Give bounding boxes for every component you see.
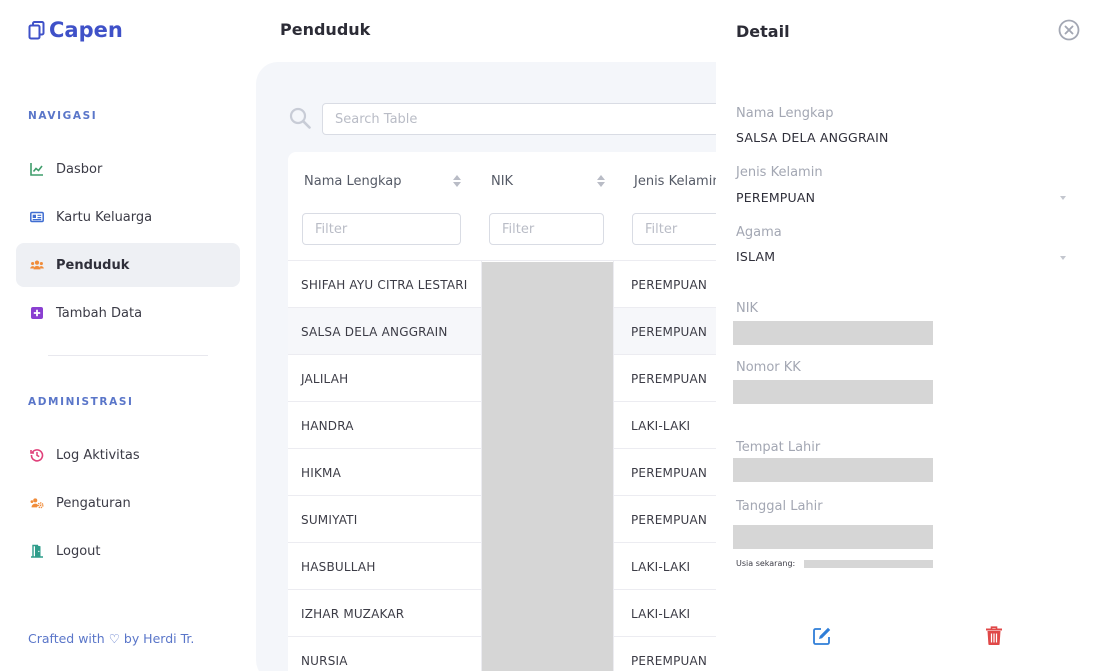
jenis-kelamin-select[interactable]: PEREMPUAN — [736, 190, 815, 205]
nik-label: NIK — [736, 301, 759, 316]
nama-lengkap-field[interactable]: SALSA DELA ANGGRAIN — [736, 130, 889, 145]
tanggal-lahir-field-redacted[interactable] — [733, 525, 933, 549]
column-header-nama[interactable]: Nama Lengkap — [288, 152, 482, 260]
nama-lengkap-label: Nama Lengkap — [736, 106, 834, 121]
nav-item-pengaturan[interactable]: Pengaturan — [16, 481, 240, 525]
filter-input-nama[interactable] — [302, 213, 461, 245]
sort-icon[interactable] — [596, 174, 606, 188]
nav-label: Kartu Keluarga — [56, 209, 153, 225]
nomor-kk-label: Nomor KK — [736, 360, 801, 375]
chevron-down-icon[interactable] — [1060, 256, 1066, 260]
tempat-lahir-field-redacted[interactable] — [733, 458, 933, 482]
nav-item-log-aktivitas[interactable]: Log Aktivitas — [16, 433, 240, 477]
door-open-icon — [30, 544, 44, 558]
cell-jenis-kelamin: PEREMPUAN — [631, 371, 708, 386]
cell-nama: NURSIA — [301, 653, 348, 668]
app-logo[interactable]: Capen — [28, 18, 123, 42]
detail-title: Detail — [736, 22, 790, 41]
nav-section-label: NAVIGASI — [28, 110, 98, 122]
usia-label: Usia sekarang: — [736, 559, 796, 568]
column-header-nik[interactable]: NIK — [475, 152, 613, 260]
filter-input-nik[interactable] — [489, 213, 604, 245]
agama-select[interactable]: ISLAM — [736, 249, 775, 264]
copy-logo-icon — [28, 20, 45, 39]
cell-jenis-kelamin: PEREMPUAN — [631, 324, 708, 339]
nav-label: Pengaturan — [56, 495, 131, 511]
cell-jenis-kelamin: LAKI-LAKI — [631, 606, 691, 621]
app-name: Capen — [49, 18, 123, 42]
cell-jenis-kelamin: PEREMPUAN — [631, 653, 708, 668]
nav-item-penduduk[interactable]: Penduduk — [16, 243, 240, 287]
column-label: Nama Lengkap — [304, 174, 402, 189]
nav-item-tambah-data[interactable]: Tambah Data — [16, 291, 240, 335]
history-icon — [30, 448, 44, 462]
cell-nama: HIKMA — [301, 465, 341, 480]
nav-label: Log Aktivitas — [56, 447, 140, 463]
close-icon[interactable] — [1058, 19, 1080, 41]
cell-jenis-kelamin: LAKI-LAKI — [631, 418, 691, 433]
trash-icon[interactable] — [985, 626, 1003, 646]
id-card-icon — [30, 210, 44, 224]
cell-nama: SUMIYATI — [301, 512, 358, 527]
data-table: Nama Lengkap NIK Jenis Kelamin SHIFAH AY… — [288, 152, 748, 671]
nav-item-kartu-keluarga[interactable]: Kartu Keluarga — [16, 195, 240, 239]
nav-divider — [48, 355, 208, 356]
chevron-down-icon[interactable] — [1060, 196, 1066, 200]
footer-credit[interactable]: Crafted with ♡ by Herdi Tr. — [28, 631, 194, 646]
cell-jenis-kelamin: PEREMPUAN — [631, 512, 708, 527]
cell-jenis-kelamin: PEREMPUAN — [631, 465, 708, 480]
page-title: Penduduk — [280, 20, 371, 39]
chart-line-icon — [30, 162, 44, 176]
tanggal-lahir-label: Tanggal Lahir — [736, 499, 823, 514]
agama-label: Agama — [736, 225, 782, 240]
usia-value-redacted — [804, 560, 933, 568]
admin-section-label: ADMINISTRASI — [28, 396, 134, 408]
column-label: NIK — [491, 174, 514, 189]
tempat-lahir-label: Tempat Lahir — [736, 440, 821, 455]
nav-label: Tambah Data — [56, 305, 143, 321]
plus-square-icon — [30, 306, 44, 320]
detail-panel: Detail Nama Lengkap SALSA DELA ANGGRAIN … — [716, 0, 1100, 671]
nav-item-dasbor[interactable]: Dasbor — [16, 147, 240, 191]
nav-item-logout[interactable]: Logout — [16, 529, 240, 573]
users-icon — [30, 258, 44, 272]
edit-icon[interactable] — [812, 626, 832, 646]
column-divider — [613, 260, 614, 671]
nav-label: Logout — [56, 543, 101, 559]
nav-label: Penduduk — [56, 257, 130, 273]
cell-nama: HANDRA — [301, 418, 354, 433]
sort-icon[interactable] — [452, 174, 462, 188]
cell-nama: SALSA DELA ANGGRAIN — [301, 324, 448, 339]
nik-field-redacted[interactable] — [733, 321, 933, 345]
column-label: Jenis Kelamin — [634, 174, 721, 189]
users-cog-icon — [30, 496, 44, 510]
nomor-kk-field-redacted[interactable] — [733, 380, 933, 404]
cell-nama: IZHAR MUZAKAR — [301, 606, 405, 621]
cell-jenis-kelamin: PEREMPUAN — [631, 277, 708, 292]
search-icon — [289, 107, 311, 129]
cell-nama: JALILAH — [301, 371, 349, 386]
nav-label: Dasbor — [56, 161, 103, 177]
cell-nama: HASBULLAH — [301, 559, 376, 574]
cell-nama: SHIFAH AYU CITRA LESTARI — [301, 277, 468, 292]
jenis-kelamin-label: Jenis Kelamin — [736, 165, 823, 180]
search-input[interactable] — [322, 103, 742, 135]
cell-jenis-kelamin: LAKI-LAKI — [631, 559, 691, 574]
sidebar: Capen NAVIGASI Dasbor Kartu Keluarga Pen… — [0, 0, 256, 671]
nik-column-redacted — [482, 262, 613, 671]
